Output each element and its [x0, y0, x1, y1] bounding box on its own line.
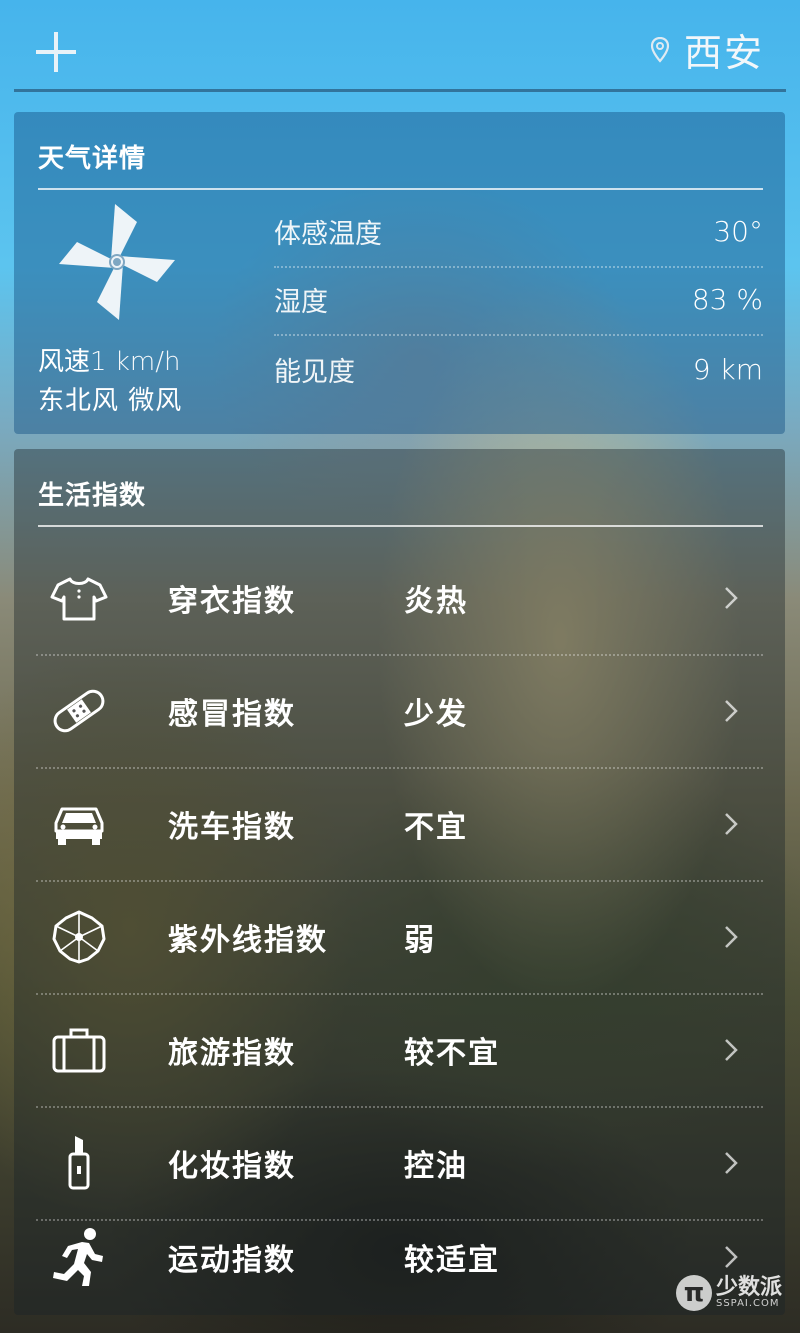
- plus-icon[interactable]: [36, 32, 76, 72]
- tshirt-icon: [48, 567, 110, 629]
- detail-value: 30°: [713, 214, 763, 248]
- chevron-right-icon: [725, 1245, 738, 1268]
- wind-speed-value: 1 km/h: [90, 347, 181, 377]
- life-item-name: 穿衣指数: [168, 583, 296, 619]
- weather-details-divider: [38, 188, 763, 190]
- chevron-right-icon: [725, 1151, 738, 1174]
- life-item-name: 紫外线指数: [168, 922, 328, 958]
- chevron-right-icon: [725, 812, 738, 835]
- location-selector[interactable]: 西安: [650, 22, 764, 77]
- life-item-name: 感冒指数: [168, 696, 296, 732]
- detail-row-feels-like: 体感温度 30°: [274, 196, 763, 268]
- life-item-value: 不宜: [404, 809, 468, 845]
- chevron-right-icon: [725, 1038, 738, 1061]
- detail-row-humidity: 湿度 83 %: [274, 264, 763, 336]
- watermark-logo: π: [675, 1275, 712, 1311]
- pinwheel-icon: [59, 204, 175, 320]
- life-item-value: 较适宜: [404, 1242, 500, 1278]
- life-item-name: 运动指数: [168, 1242, 296, 1278]
- life-index-divider: [38, 525, 763, 527]
- life-item-value: 少发: [404, 696, 468, 732]
- life-item-name: 旅游指数: [168, 1035, 296, 1071]
- watermark-cn: 少数派: [715, 1275, 782, 1300]
- wind-speed: 风速1 km/h: [38, 341, 180, 378]
- detail-row-visibility: 能见度 9 km: [274, 334, 763, 404]
- lipstick-icon: [48, 1132, 110, 1194]
- life-item-name: 化妆指数: [168, 1148, 296, 1184]
- header-divider: [14, 89, 786, 92]
- top-bar: 西安: [14, 0, 786, 92]
- suitcase-icon: [48, 1019, 110, 1081]
- umbrella-icon: [48, 906, 110, 968]
- watermark-text: 少数派 SSPAI.COM: [716, 1277, 782, 1309]
- life-item-value: 控油: [404, 1148, 468, 1184]
- detail-value: 9 km: [692, 352, 763, 386]
- watermark: π 少数派 SSPAI.COM: [675, 1275, 782, 1311]
- detail-value: 83 %: [691, 282, 763, 316]
- life-item-uv[interactable]: 紫外线指数 弱: [36, 880, 763, 995]
- car-icon: [48, 793, 110, 855]
- life-item-value: 弱: [404, 922, 436, 958]
- chevron-right-icon: [725, 699, 738, 722]
- life-index-card: 生活指数 穿衣指数 炎热 感冒指数 少发 洗车指数 不宜 紫外线指数 弱 旅游指…: [14, 449, 785, 1315]
- detail-label: 体感温度: [274, 218, 382, 250]
- life-index-title: 生活指数: [38, 481, 147, 511]
- detail-label: 能见度: [274, 356, 355, 388]
- life-item-value: 较不宜: [404, 1035, 500, 1071]
- life-item-sport[interactable]: 运动指数 较适宜: [36, 1209, 763, 1304]
- weather-details-title: 天气详情: [38, 144, 147, 174]
- life-item-car-wash[interactable]: 洗车指数 不宜: [36, 767, 763, 882]
- life-item-name: 洗车指数: [168, 809, 296, 845]
- detail-label: 湿度: [274, 286, 328, 318]
- life-item-makeup[interactable]: 化妆指数 控油: [36, 1106, 763, 1221]
- wind-speed-label: 风速: [38, 347, 91, 377]
- wind-direction: 东北风 微风: [38, 386, 183, 416]
- running-icon: [48, 1226, 110, 1288]
- watermark-en: SSPAI.COM: [715, 1298, 780, 1309]
- life-item-travel[interactable]: 旅游指数 较不宜: [36, 993, 763, 1108]
- bandage-icon: [48, 680, 110, 742]
- life-item-cold[interactable]: 感冒指数 少发: [36, 654, 763, 769]
- chevron-right-icon: [725, 925, 738, 948]
- city-name: 西安: [683, 31, 764, 75]
- life-item-value: 炎热: [404, 583, 468, 619]
- life-item-clothing[interactable]: 穿衣指数 炎热: [36, 541, 763, 656]
- weather-details-card: 天气详情 风速1 km/h 东北风 微风 体感温度 30° 湿度 83 % 能见…: [14, 112, 785, 434]
- chevron-right-icon: [725, 586, 738, 609]
- map-pin-icon: [650, 36, 670, 63]
